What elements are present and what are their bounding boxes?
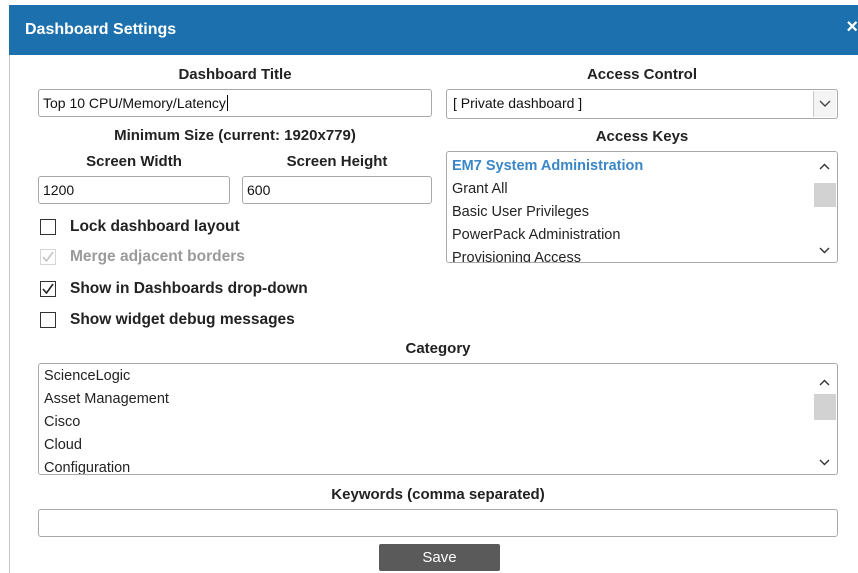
access-key-item[interactable]: PowerPack Administration — [447, 224, 837, 247]
access-keys-scrollbar[interactable] — [812, 153, 836, 261]
debug-messages-label: Show widget debug messages — [70, 311, 295, 328]
screen-height-value: 600 — [247, 182, 271, 198]
lock-layout-checkbox[interactable]: Lock dashboard layout — [40, 218, 240, 236]
text-cursor — [226, 95, 228, 111]
chevron-down-icon[interactable] — [812, 241, 836, 259]
access-keys-label: Access Keys — [595, 128, 689, 145]
checkbox-unchecked-icon — [40, 219, 56, 235]
access-keys-list[interactable]: EM7 System Administration Grant All Basi… — [446, 151, 838, 263]
dashboard-title-value: Top 10 CPU/Memory/Latency — [43, 95, 226, 111]
category-item[interactable]: Cloud — [39, 434, 837, 457]
access-key-item[interactable]: Basic User Privileges — [447, 201, 837, 224]
chevron-up-icon[interactable] — [812, 373, 836, 391]
save-button[interactable]: Save — [379, 544, 500, 571]
access-control-value: [ Private dashboard ] — [453, 95, 583, 111]
access-key-item[interactable]: Provisioning Access — [447, 247, 837, 262]
access-control-label: Access Control — [586, 66, 698, 83]
dashboard-title-label: Dashboard Title — [178, 66, 292, 83]
checkmark-icon — [40, 281, 56, 297]
category-list[interactable]: ScienceLogic Asset Management Cisco Clou… — [38, 363, 838, 475]
dialog-border — [9, 55, 10, 573]
merge-borders-label: Merge adjacent borders — [70, 248, 245, 265]
dashboard-title-input[interactable]: Top 10 CPU/Memory/Latency — [38, 89, 432, 117]
dialog-title: Dashboard Settings — [25, 21, 177, 38]
chevron-up-icon[interactable] — [812, 157, 836, 175]
screen-width-label: Screen Width — [86, 153, 182, 170]
category-label: Category — [405, 340, 471, 357]
keywords-input[interactable] — [38, 509, 838, 537]
merge-borders-checkbox: Merge adjacent borders — [40, 248, 245, 266]
category-scrollbar[interactable] — [812, 365, 836, 473]
debug-messages-checkbox[interactable]: Show widget debug messages — [40, 311, 295, 329]
show-in-dropdown-label: Show in Dashboards drop-down — [70, 280, 308, 297]
close-icon[interactable]: × — [846, 17, 858, 37]
screen-height-label: Screen Height — [286, 153, 388, 170]
minimum-size-label: Minimum Size (current: 1920x779) — [114, 127, 356, 144]
show-in-dropdown-checkbox[interactable]: Show in Dashboards drop-down — [40, 280, 308, 298]
chevron-down-icon[interactable] — [813, 91, 836, 117]
dialog-titlebar: Dashboard Settings × — [9, 5, 858, 55]
access-key-item[interactable]: EM7 System Administration — [447, 155, 837, 178]
scrollbar-thumb[interactable] — [814, 394, 836, 420]
access-key-item[interactable]: Grant All — [447, 178, 837, 201]
category-item[interactable]: Configuration — [39, 457, 837, 474]
screen-height-input[interactable]: 600 — [242, 176, 432, 204]
checkbox-unchecked-icon — [40, 312, 56, 328]
category-item[interactable]: Asset Management — [39, 388, 837, 411]
category-item[interactable]: ScienceLogic — [39, 365, 837, 388]
access-control-select[interactable]: [ Private dashboard ] — [446, 89, 838, 119]
category-item[interactable]: Cisco — [39, 411, 837, 434]
scrollbar-thumb[interactable] — [814, 183, 836, 207]
keywords-label: Keywords (comma separated) — [331, 486, 545, 503]
screen-width-input[interactable]: 1200 — [38, 176, 230, 204]
screen-width-value: 1200 — [43, 182, 75, 198]
checkmark-disabled-icon — [40, 249, 56, 265]
lock-layout-label: Lock dashboard layout — [70, 218, 240, 235]
chevron-down-icon[interactable] — [812, 453, 836, 471]
